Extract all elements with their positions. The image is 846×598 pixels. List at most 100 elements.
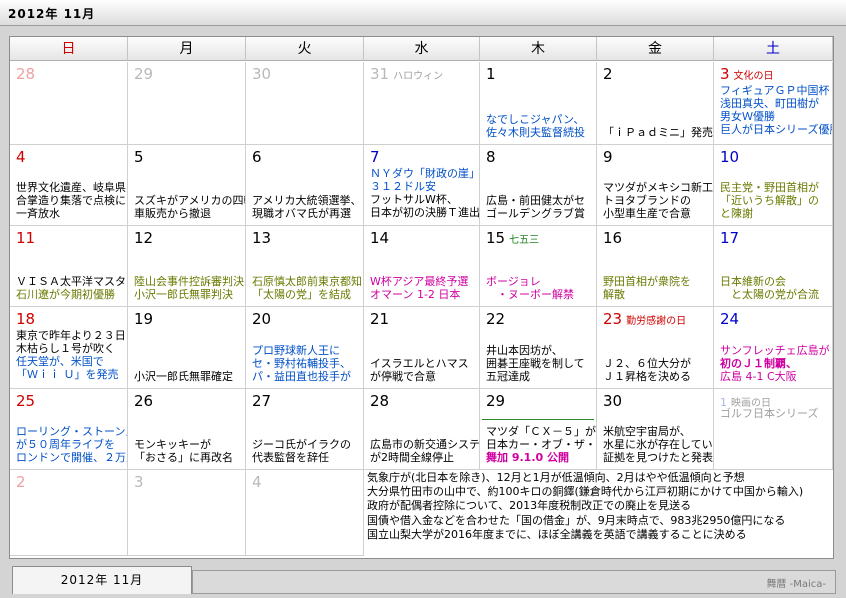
day-cell[interactable]: 13 石原慎太郎前東京都知 「太陽の党」を結成	[246, 226, 364, 307]
day-number-text: 4	[16, 148, 26, 166]
day-number: 18	[16, 310, 35, 328]
event-text: ＮＹダウ「財政の崖」で	[370, 167, 480, 180]
event-text: 「おさる」に再改名	[134, 451, 233, 464]
day-number-text: 15	[486, 229, 506, 247]
day-cell[interactable]: 6 アメリカ大統領選挙、 現職オバマ氏が再選	[246, 145, 364, 226]
event-text: 世界文化遺産、岐阜県	[16, 181, 126, 194]
event-text: ・ヌーボー解禁	[486, 288, 574, 301]
event-text: 解散	[603, 288, 625, 301]
day-cell[interactable]: 20 プロ野球新人王に セ・野村祐輔投手、 パ・益田直也投手が	[246, 307, 364, 389]
event-text: 囲碁王座戦を制して	[486, 357, 585, 370]
day-number: 13	[252, 229, 271, 247]
day-number-text: 29	[134, 65, 154, 83]
day-cell[interactable]: 1 映画の日 ゴルフ日本シリーズ	[714, 389, 833, 470]
day-number-text: 30	[252, 65, 272, 83]
day-cell[interactable]: 14 W杯アジア最終予選 オマーン 1-2 日本	[364, 226, 480, 307]
day-number-text: 12	[134, 229, 154, 247]
note-line: 気象庁が(北日本を除き)、12月と1月が低温傾向、2月はやや低温傾向と予想	[367, 471, 745, 484]
event-text: ローリング・ストーンズ	[16, 425, 128, 438]
day-cell[interactable]: 5 スズキがアメリカの四輪 車販売から撤退	[128, 145, 246, 226]
day-number-text: 31	[370, 65, 390, 83]
day-cell[interactable]: 4	[246, 470, 364, 556]
day-number: 10	[720, 148, 739, 166]
day-number-text: 28	[370, 392, 390, 410]
day-cell[interactable]: 18 東京で昨年より２３日 木枯らし１号が吹く 任天堂が、米国で 「Ｗｉｉ Ｕ」を発売	[10, 307, 128, 389]
day-number-text: 25	[16, 392, 36, 410]
event-text: 証拠を見つけたと発表	[603, 451, 713, 464]
event-text: 「近いうち解散」の	[720, 194, 819, 207]
day-cell[interactable]: 12 陸山会事件控訴審判決 小沢一郎氏無罪判決	[128, 226, 246, 307]
day-cell[interactable]: 17 日本維新の会 と太陽の党が合流	[714, 226, 833, 307]
event-text: イスラエルとハマス	[370, 357, 469, 370]
day-cell[interactable]: 29	[128, 62, 246, 145]
day-number: 5	[134, 148, 144, 166]
day-cell[interactable]: 31 ハロウィン	[364, 62, 480, 145]
day-cell[interactable]: 30 米航空宇宙局が、 水星に氷が存在している 証拠を見つけたと発表	[597, 389, 714, 470]
day-cell[interactable]: 2 「ｉＰａｄミニ」発売	[597, 62, 714, 145]
event-text: フィギュアＧＰ中国杯	[720, 84, 830, 97]
day-number-text: 23	[603, 310, 623, 328]
day-number: 22	[486, 310, 505, 328]
day-cell[interactable]: 7 ＮＹダウ「財政の崖」で ３１２ドル安 フットサルW杯、 日本が初の決勝Ｔ進出	[364, 145, 480, 226]
weekday-header: 土	[714, 37, 833, 61]
day-cell[interactable]: 3 文化の日 フィギュアＧＰ中国杯 浅田真央、町田樹が 男女Ｗ優勝 巨人が日本シリーズ優勝	[714, 62, 833, 145]
day-cell[interactable]: 8 広島・前田健太がセ ゴールデングラブ賞	[480, 145, 597, 226]
event-text: 広島市の新交通システム	[370, 438, 480, 451]
day-number: 19	[134, 310, 153, 328]
day-cell[interactable]: 24 サンフレッチェ広島が 初のＪ１制覇、 広島 4-1 C大阪	[714, 307, 833, 389]
event-text: 「Ｗｉｉ Ｕ」を発売	[16, 368, 119, 381]
day-cell[interactable]: 15 七五三 ボージョレ ・ヌーボー解禁	[480, 226, 597, 307]
day-number: 14	[370, 229, 389, 247]
day-cell[interactable]: 9 マツダがメキシコ新工 トヨタブランドの 小型車生産で合意	[597, 145, 714, 226]
day-cell[interactable]: 25 ローリング・ストーンズ が５０周年ライブを ロンドンで開催、２万人	[10, 389, 128, 470]
day-number-text: 17	[720, 229, 740, 247]
holiday-label: 勤労感謝の日	[626, 316, 687, 327]
day-cell[interactable]: 10 民主党・野田首相が 「近いうち解散」の と陳謝	[714, 145, 833, 226]
day-number: 30	[252, 65, 271, 83]
day-cell[interactable]: 21 イスラエルとハマス が停戦で合意	[364, 307, 480, 389]
day-cell[interactable]: 16 野田首相が衆院を 解散	[597, 226, 714, 307]
day-cell[interactable]: 3	[128, 470, 246, 556]
day-number: 24	[720, 310, 739, 328]
day-number: 9	[603, 148, 613, 166]
day-number-text: 7	[370, 148, 380, 166]
day-cell[interactable]: 4 世界文化遺産、岐阜県 合掌造り集落で点検に 一斉放水	[10, 145, 128, 226]
event-text: 野田首相が衆院を	[603, 275, 691, 288]
day-cell[interactable]: 22 井山本因坊が、 囲碁王座戦を制して 五冠達成	[480, 307, 597, 389]
day-number: 12	[134, 229, 153, 247]
day-cell[interactable]: 1 なでしこジャパン、 佐々木則夫監督続投	[480, 62, 597, 145]
day-number-text: 19	[134, 310, 154, 328]
day-cell[interactable]: 29 マツダ「ＣＸ－５」が日本カー・オブ・ザ・イヤー舞加 9.1.0 公開	[480, 389, 597, 470]
day-cell[interactable]: 19 小沢一郎氏無罪確定	[128, 307, 246, 389]
event-text: と太陽の党が合流	[720, 288, 819, 301]
day-cell[interactable]: 26 モンキッキーが 「おさる」に再改名	[128, 389, 246, 470]
day-cell[interactable]: 27 ジーコ氏がイラクの 代表監督を辞任	[246, 389, 364, 470]
day-number: 16	[603, 229, 622, 247]
day-cell[interactable]: 2	[10, 470, 128, 556]
day-cell[interactable]: 30	[246, 62, 364, 145]
event-text: パ・益田直也投手が	[252, 370, 351, 383]
note-line: 国立山梨大学が2016年度までに、ほぼ全講義を英語で講義することに決める	[367, 527, 747, 541]
note-line: 政府が配偶者控除について、2013年度税制改正での廃止を見送る	[367, 499, 692, 513]
holiday-label: 七五三	[509, 235, 540, 246]
event-text: 男女Ｗ優勝	[720, 110, 775, 123]
day-cell[interactable]: 23 勤労感謝の日 Ｊ２、６位大分が Ｊ１昇格を決める	[597, 307, 714, 389]
day-number-text: 21	[370, 310, 390, 328]
event-text: 日本が初の決勝Ｔ進出	[370, 206, 480, 219]
day-cell[interactable]: 28 広島市の新交通システム が2時間全線停止	[364, 389, 480, 470]
holiday-label: ハロウィン	[393, 71, 444, 82]
day-cell[interactable]: 28	[10, 62, 128, 145]
day-number: 6	[252, 148, 262, 166]
tab-month[interactable]: 2012年 11月	[12, 566, 192, 594]
window-title: 2012年 11月	[8, 7, 96, 21]
event-text: プロ野球新人王に	[252, 344, 340, 357]
event-text: 浅田真央、町田樹が	[720, 97, 819, 110]
day-cell[interactable]: 11 ＶＩＳＡ太平洋マスターズ石川遼が今期初優勝	[10, 226, 128, 307]
event-text: 合掌造り集落で点検に	[16, 194, 126, 207]
day-number: 31 ハロウィン	[370, 65, 443, 86]
day-number: 4	[16, 148, 26, 166]
day-number: 2	[603, 65, 613, 83]
event-text: トヨタブランドの	[603, 194, 691, 207]
event-text: マツダがメキシコ新工	[603, 181, 713, 194]
event-text: セ・野村祐輔投手、	[252, 357, 351, 370]
